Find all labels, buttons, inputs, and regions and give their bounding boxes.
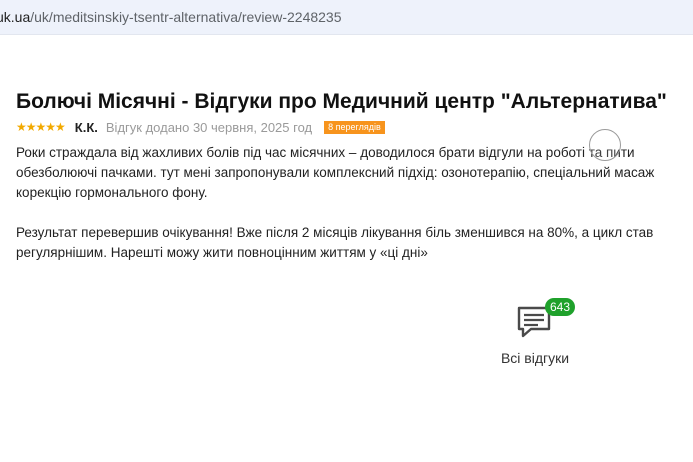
views-badge: 8 переглядів xyxy=(324,120,385,134)
review-line: корекцію гормонального фону. xyxy=(16,185,208,200)
rating-stars-icon: ★★★★★ xyxy=(16,120,66,134)
all-reviews-label: Всі відгуки xyxy=(500,350,570,366)
review-line: регулярнішим. Нарешті можу жити повноцін… xyxy=(16,245,428,260)
browser-address-bar[interactable]: uk.ua/uk/meditsinskiy-tsentr-alternativa… xyxy=(0,0,693,35)
review-line: обезболюючі пачками. тут мені запропонув… xyxy=(16,165,655,180)
review-meta: ★★★★★ К.К. Відгук додано 30 червня, 2025… xyxy=(16,118,385,136)
review-author: К.К. xyxy=(74,119,98,135)
url-host: uk.ua xyxy=(0,9,31,25)
mouse-cursor-indicator xyxy=(589,129,621,161)
review-line: Результат перевершив очікування! Вже піс… xyxy=(16,225,654,240)
review-title: Болючі Місячні - Відгуки про Медичний це… xyxy=(16,90,667,113)
url-text[interactable]: uk.ua/uk/meditsinskiy-tsentr-alternativa… xyxy=(0,9,342,25)
review-paragraph-2: Результат перевершив очікування! Вже піс… xyxy=(16,223,693,263)
review-body: Роки страждала від жахливих болів під ча… xyxy=(16,143,693,263)
url-path: /uk/meditsinskiy-tsentr-alternativa/revi… xyxy=(30,9,342,25)
reviews-count-badge: 643 xyxy=(545,298,576,316)
review-line: Роки страждала від жахливих болів під ча… xyxy=(16,145,635,160)
review-date: Відгук додано 30 червня, 2025 год xyxy=(105,119,313,135)
all-reviews-link[interactable]: 643 Всі відгуки xyxy=(490,298,580,366)
all-reviews-icon-wrap: 643 xyxy=(515,298,576,340)
